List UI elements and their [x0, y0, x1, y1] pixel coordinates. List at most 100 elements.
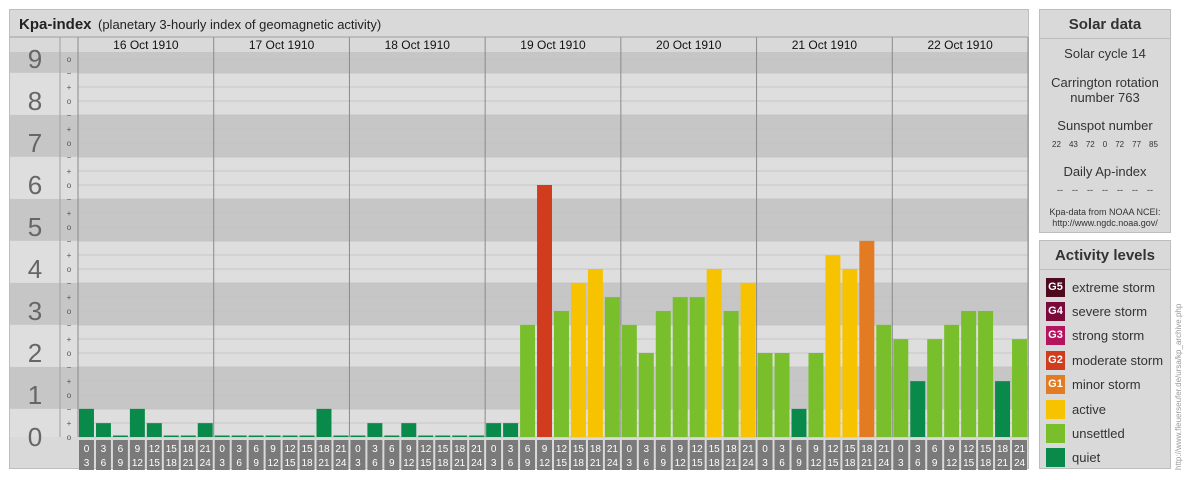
- kp-bar: [316, 408, 332, 437]
- interval-start-label: 6: [389, 444, 395, 455]
- interval-end-label: 12: [403, 458, 415, 469]
- kp-bar: [740, 282, 756, 437]
- interval-end-label: 6: [372, 458, 378, 469]
- day-label: 18 Oct 1910: [385, 38, 451, 52]
- kp-bar: [927, 339, 943, 437]
- interval-start-label: 0: [898, 444, 904, 455]
- kp-band-3: [10, 282, 1028, 325]
- y-minor-mark: −: [67, 363, 72, 372]
- activity-level-label: extreme storm: [1072, 279, 1156, 295]
- y-minor-mark: o: [67, 223, 72, 232]
- activity-level-label: unsettled: [1072, 426, 1125, 442]
- ap-index-value: --: [1117, 185, 1123, 195]
- activity-level-row: G5 extreme storm: [1040, 275, 1170, 299]
- interval-end-label: 24: [1014, 458, 1026, 469]
- interval-start-label: 3: [508, 444, 514, 455]
- interval-start-label: 6: [525, 444, 531, 455]
- interval-start-label: 6: [660, 444, 666, 455]
- interval-end-label: 15: [420, 458, 432, 469]
- sunspot-number: 72: [1085, 140, 1095, 149]
- activity-level-row: G3 strong storm: [1040, 324, 1170, 348]
- interval-end-label: 3: [491, 458, 497, 469]
- interval-end-label: 6: [101, 458, 107, 469]
- interval-end-label: 12: [675, 458, 687, 469]
- interval-start-label: 0: [762, 444, 768, 455]
- kp-bar: [163, 435, 179, 437]
- interval-start-label: 18: [318, 444, 330, 455]
- y-tick-label: 3: [28, 296, 42, 326]
- ap-index-row: -- -- -- -- -- -- --: [1040, 185, 1170, 195]
- interval-start-label: 18: [726, 444, 738, 455]
- interval-start-label: 21: [878, 444, 890, 455]
- interval-end-label: 9: [389, 458, 395, 469]
- sunspot-number: 0: [1102, 140, 1108, 149]
- interval-start-label: 12: [284, 444, 296, 455]
- kp-bar: [893, 339, 909, 437]
- kp-band-1: [10, 366, 1028, 409]
- kp-bar: [299, 435, 315, 437]
- interval-start-label: 3: [915, 444, 921, 455]
- y-minor-mark: −: [67, 237, 72, 246]
- y-tick-label: 1: [28, 380, 42, 410]
- interval-start-label: 3: [779, 444, 785, 455]
- interval-start-label: 3: [644, 444, 650, 455]
- activity-level-row: G2 moderate storm: [1040, 348, 1170, 372]
- interval-end-label: 21: [183, 458, 195, 469]
- kp-bar: [621, 324, 637, 437]
- activity-level-label: severe storm: [1072, 304, 1148, 320]
- interval-end-label: 12: [946, 458, 958, 469]
- ap-index-value: --: [1087, 185, 1093, 195]
- interval-end-label: 18: [980, 458, 992, 469]
- kp-bar: [842, 269, 858, 437]
- kp-bar: [859, 240, 875, 437]
- kp-bar: [689, 297, 705, 437]
- interval-start-label: 0: [627, 444, 633, 455]
- interval-end-label: 21: [454, 458, 466, 469]
- interval-end-label: 18: [437, 458, 449, 469]
- y-minor-mark: o: [67, 97, 72, 106]
- sunspot-number: 43: [1068, 140, 1078, 149]
- kp-bar: [146, 423, 162, 437]
- interval-start-label: 15: [573, 444, 585, 455]
- carrington-line-1: Carrington rotation: [1051, 75, 1159, 90]
- kp-bar: [79, 408, 94, 437]
- kp-band-5: [10, 198, 1028, 241]
- interval-start-label: 21: [335, 444, 347, 455]
- kp-band-6: [10, 156, 1028, 199]
- kp-bar: [825, 255, 841, 437]
- interval-end-label: 24: [743, 458, 755, 469]
- interval-start-label: 15: [437, 444, 449, 455]
- interval-end-label: 9: [525, 458, 531, 469]
- interval-end-label: 18: [573, 458, 585, 469]
- interval-end-label: 18: [166, 458, 178, 469]
- carrington-line-2: number 763: [1070, 90, 1140, 105]
- y-minor-mark: −: [67, 111, 72, 120]
- interval-start-label: 12: [149, 444, 161, 455]
- ap-index-value: --: [1072, 185, 1078, 195]
- kp-bar: [503, 423, 519, 437]
- kp-band-2: [10, 324, 1028, 367]
- interval-start-label: 0: [84, 444, 90, 455]
- interval-end-label: 21: [590, 458, 602, 469]
- ap-index-title: Daily Ap-index: [1063, 164, 1147, 179]
- interval-start-label: 3: [101, 444, 107, 455]
- y-minor-mark: +: [67, 209, 72, 218]
- interval-end-label: 24: [200, 458, 212, 469]
- kp-bar: [129, 408, 145, 437]
- activity-level-swatch: G1: [1046, 375, 1065, 395]
- activity-level-swatch: G3: [1046, 326, 1065, 346]
- kp-bar: [570, 282, 586, 437]
- interval-end-label: 12: [810, 458, 822, 469]
- y-minor-mark: +: [67, 293, 72, 302]
- day-label: 20 Oct 1910: [656, 38, 722, 52]
- interval-start-label: 15: [709, 444, 721, 455]
- source-line-2: http://www.ngdc.noaa.gov/: [1052, 218, 1158, 228]
- y-tick-label: 5: [28, 212, 42, 242]
- kp-bar: [520, 324, 536, 437]
- kp-bar: [978, 311, 994, 437]
- activity-levels-list: G5 extreme storm G4 severe storm G3 strong st…: [1040, 270, 1170, 470]
- interval-end-label: 21: [861, 458, 873, 469]
- interval-end-label: 6: [508, 458, 514, 469]
- interval-end-label: 24: [335, 458, 347, 469]
- kp-bar: [723, 311, 739, 437]
